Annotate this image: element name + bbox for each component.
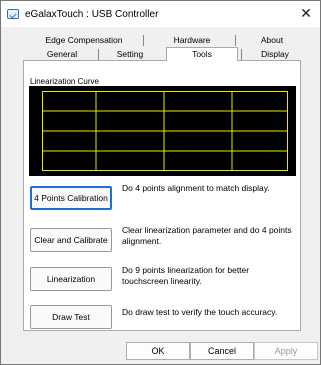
clear-and-calibrate-button[interactable]: Clear and Calibrate [30,228,112,252]
window-title: eGalaxTouch : USB Controller [25,9,159,20]
apply-button[interactable]: Apply [254,342,318,360]
tab-divider [98,49,99,60]
ok-button[interactable]: OK [126,342,190,360]
linearization-description: Do 9 points linearization for better tou… [122,265,250,286]
tab-divider [241,49,242,60]
close-icon[interactable]: ✕ [298,5,314,21]
tab-divider [235,35,236,46]
title-bar[interactable]: eGalaxTouch : USB Controller ✕ [1,1,320,27]
cancel-button[interactable]: Cancel [190,342,254,360]
draw-test-button[interactable]: Draw Test [30,305,112,329]
tab-hardware[interactable]: Hardware [158,34,226,47]
linearization-button[interactable]: Linearization [30,267,112,291]
app-icon [7,9,19,19]
tab-edge-compensation[interactable]: Edge Compensation [40,34,128,47]
draw-test-description: Do draw test to verify the touch accurac… [122,307,278,317]
clear-and-calibrate-description: Clear linearization parameter and do 4 p… [122,225,292,246]
linearization-grid [42,91,288,171]
tab-tools[interactable]: Tools [166,47,238,61]
four-points-calibration-description: Do 4 points alignment to match display. [122,183,270,193]
four-points-calibration-button[interactable]: 4 Points Calibration [30,186,112,210]
tab-about[interactable]: About [248,34,296,47]
tab-divider [143,35,144,46]
linearization-curve-label: Linearization Curve [30,77,99,86]
